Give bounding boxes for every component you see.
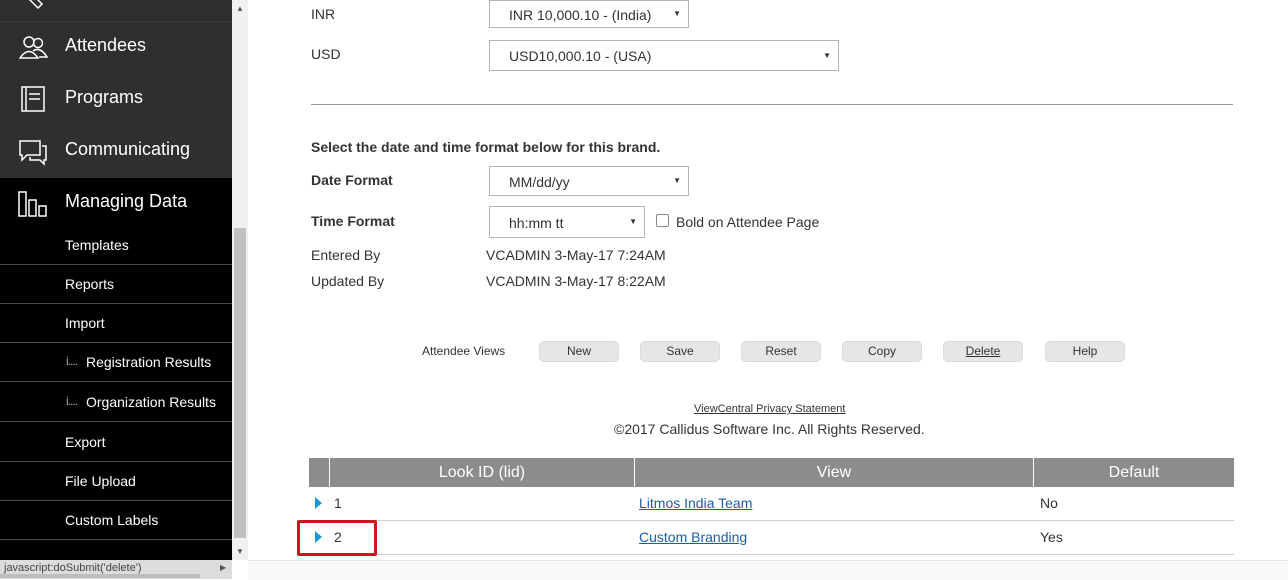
sidebar-item-reports[interactable]: Reports <box>0 265 232 304</box>
section-divider <box>311 104 1233 105</box>
sidebar-item-partial[interactable] <box>0 0 232 22</box>
communicating-icon <box>19 140 47 166</box>
time-format-select[interactable]: hh:mm tt ▼ <box>489 206 645 238</box>
table-header-view[interactable]: View <box>635 458 1033 487</box>
copyright-text: ©2017 Callidus Software Inc. All Rights … <box>614 421 925 437</box>
table-header-look-id[interactable]: Look ID (lid) <box>330 458 634 487</box>
tree-connector: i.... <box>66 394 78 408</box>
scroll-down-icon[interactable]: ▼ <box>236 547 244 556</box>
sidebar-item-import[interactable]: Import <box>0 304 232 343</box>
sidebar-item-label: File Upload <box>65 473 136 489</box>
managing-data-icon <box>18 191 47 217</box>
highlight-box <box>297 520 377 556</box>
sidebar: Attendees Programs Communicating Managin… <box>0 0 232 560</box>
pencil-icon <box>28 0 44 10</box>
datetime-intro: Select the date and time format below fo… <box>311 139 661 155</box>
privacy-statement-link[interactable]: ViewCentral Privacy Statement <box>694 403 845 415</box>
entered-by-label: Entered By <box>311 247 381 263</box>
sidebar-item-organization-results[interactable]: i.... Organization Results <box>0 383 232 422</box>
sidebar-item-label: Templates <box>65 237 129 253</box>
copy-button[interactable]: Copy <box>842 341 922 362</box>
expand-arrow-icon[interactable] <box>315 497 322 509</box>
sidebar-item-communicating[interactable]: Communicating <box>0 126 232 179</box>
table-row[interactable]: 1 Litmos India Team No <box>309 487 1234 521</box>
sidebar-item-label: Custom Labels <box>65 512 159 528</box>
updated-by-value: VCADMIN 3-May-17 8:22AM <box>486 273 666 289</box>
reset-button[interactable]: Reset <box>741 341 821 362</box>
sidebar-scrollbar[interactable]: ▲ ▼ <box>232 0 248 560</box>
table-row[interactable]: 2 Custom Branding Yes <box>309 521 1234 555</box>
attendee-views-label: Attendee Views <box>422 344 506 358</box>
sidebar-item-label: Communicating <box>65 139 191 159</box>
sidebar-item-label: Registration Results <box>86 354 212 370</box>
scrollbar-thumb[interactable] <box>234 228 246 538</box>
time-format-label: Time Format <box>311 213 395 229</box>
inr-format-value: INR 10,000.10 - (India) <box>509 7 652 23</box>
table-header-spacer <box>309 458 329 487</box>
programs-icon <box>21 86 45 112</box>
new-button[interactable]: New <box>539 341 619 362</box>
inr-format-select[interactable]: INR 10,000.10 - (India) ▼ <box>489 0 689 28</box>
sidebar-item-label: Organization Results <box>86 394 216 410</box>
sidebar-item-file-upload[interactable]: File Upload <box>0 462 232 501</box>
help-button-label: Help <box>1072 344 1098 358</box>
horizontal-scrollbar[interactable] <box>0 574 200 578</box>
date-format-select[interactable]: MM/dd/yy ▼ <box>489 166 689 196</box>
delete-button[interactable]: Delete <box>943 341 1023 362</box>
chevron-down-icon: ▼ <box>673 9 681 18</box>
sidebar-item-attendees[interactable]: Attendees <box>0 22 232 75</box>
inr-label: INR <box>311 6 336 22</box>
scroll-up-icon[interactable]: ▲ <box>236 4 244 13</box>
sidebar-item-registration-results[interactable]: i.... Registration Results <box>0 343 232 382</box>
view-link[interactable]: Custom Branding <box>639 529 747 545</box>
delete-button-label: Delete <box>965 344 1001 358</box>
sidebar-item-export[interactable]: Export <box>0 423 232 462</box>
sidebar-item-custom-labels[interactable]: Custom Labels <box>0 501 232 540</box>
bottom-strip <box>248 560 1288 580</box>
copy-button-label: Copy <box>867 344 896 358</box>
chevron-down-icon: ▼ <box>673 176 681 185</box>
sidebar-item-label: Managing Data <box>65 191 188 211</box>
chevron-down-icon: ▼ <box>823 51 831 60</box>
save-button-label: Save <box>666 344 694 358</box>
sidebar-item-templates[interactable]: Templates <box>0 226 232 265</box>
time-format-value: hh:mm tt <box>509 215 564 231</box>
view-link[interactable]: Litmos India Team <box>639 495 752 511</box>
sidebar-item-managing-data[interactable]: Managing Data <box>0 178 232 231</box>
save-button[interactable]: Save <box>640 341 720 362</box>
scroll-right-icon[interactable]: ▶ <box>220 563 226 572</box>
sidebar-item-label: Programs <box>65 87 144 107</box>
default-cell: No <box>1040 495 1058 511</box>
bold-on-attendee-page-label: Bold on Attendee Page <box>676 214 820 230</box>
sidebar-item-label: Attendees <box>65 35 147 55</box>
help-button[interactable]: Help <box>1045 341 1125 362</box>
date-format-value: MM/dd/yy <box>509 174 570 190</box>
status-bar: javascript:doSubmit('delete') ▶ <box>0 560 232 579</box>
entered-by-value: VCADMIN 3-May-17 7:24AM <box>486 247 666 263</box>
chevron-down-icon: ▼ <box>629 217 637 226</box>
usd-label: USD <box>311 46 341 62</box>
tree-connector: i.... <box>66 354 78 368</box>
reset-button-label: Reset <box>765 344 797 358</box>
default-cell: Yes <box>1040 529 1063 545</box>
sidebar-item-label: Import <box>65 315 105 331</box>
sidebar-item-label: Reports <box>65 276 115 292</box>
bold-on-attendee-page-checkbox[interactable] <box>656 214 669 227</box>
status-text: javascript:doSubmit('delete') <box>4 562 142 574</box>
sidebar-item-label: Export <box>65 434 106 450</box>
sidebar-item-programs[interactable]: Programs <box>0 74 232 127</box>
new-button-label: New <box>566 344 591 358</box>
look-id-cell: 1 <box>334 495 342 511</box>
date-format-label: Date Format <box>311 172 393 188</box>
usd-format-select[interactable]: USD10,000.10 - (USA) ▼ <box>489 40 839 71</box>
updated-by-label: Updated By <box>311 273 385 289</box>
table-header-default[interactable]: Default <box>1034 458 1234 487</box>
attendees-icon <box>18 36 48 59</box>
usd-format-value: USD10,000.10 - (USA) <box>509 48 652 64</box>
